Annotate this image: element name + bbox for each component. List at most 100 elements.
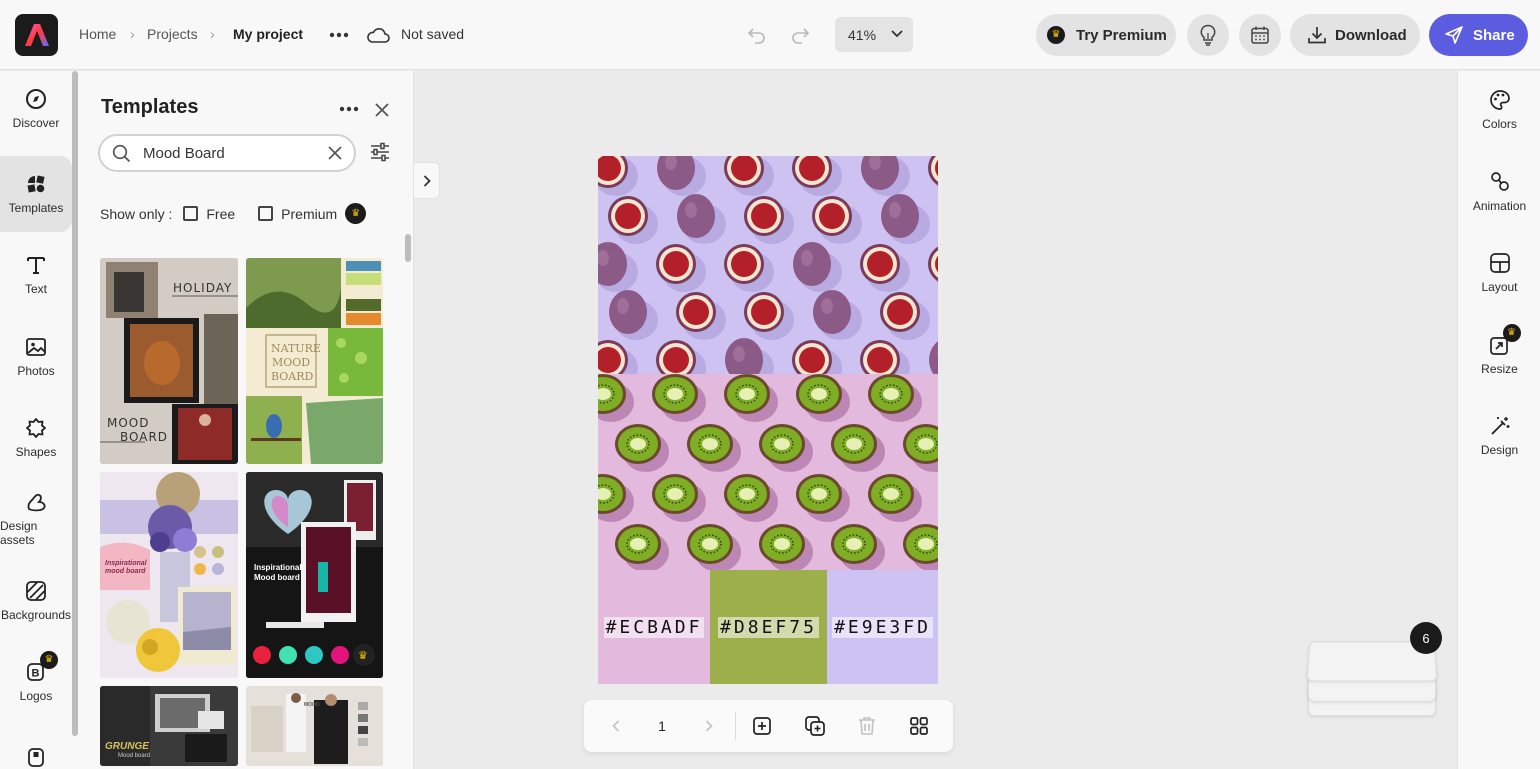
delete-page-button[interactable] [853,712,881,740]
duplicate-icon [805,716,825,736]
free-checkbox[interactable] [183,206,199,221]
template-card-grunge[interactable]: GRUNGE Mood board [100,686,238,766]
redo-icon[interactable] [788,24,812,46]
rail-item-discover[interactable]: Discover [0,71,72,147]
kiwi-slice [724,374,778,422]
rail-item-text[interactable]: Text [0,237,72,313]
fig-half [880,292,930,340]
template-caption: BOARD [120,430,169,444]
app-logo[interactable] [15,14,58,56]
zoom-select[interactable]: 41% [835,17,913,52]
kiwi-slice [796,474,850,522]
kiwi-pattern-image[interactable] [598,374,938,572]
fig-half [724,244,774,292]
search-input[interactable]: Mood Board [98,134,356,172]
premium-checkbox[interactable] [258,206,274,221]
try-premium-button[interactable]: ♛ Try Premium [1036,14,1176,56]
breadcrumb-current[interactable]: My project [233,26,303,42]
panel-title: Templates [101,96,199,118]
add-page-button[interactable] [748,712,776,740]
next-page-button[interactable] [695,712,723,740]
rail-item-logos[interactable]: B ♛ Logos [0,644,72,720]
rail-label: Text [24,282,47,296]
duplicate-page-button[interactable] [801,712,829,740]
template-caption: MOOD [107,416,150,430]
rail-item-resize[interactable]: ♛ Resize [1458,320,1540,390]
panel-scrollbar[interactable] [405,234,411,262]
filter-icon[interactable] [369,141,391,163]
template-card-nature[interactable]: NATURE MOOD BOARD [246,258,383,464]
background-icon [25,580,47,602]
undo-icon[interactable] [745,24,769,46]
rail-item-design-assets[interactable]: Design assets [0,481,72,557]
ideas-button[interactable] [1187,14,1229,56]
premium-label[interactable]: Premium [281,206,337,222]
kiwi-slice [759,424,813,472]
rail-label: Shapes [15,445,57,459]
cloud-icon [365,24,391,46]
schedule-button[interactable] [1239,14,1281,56]
template-card-fashion[interactable]: MOOD [246,686,383,766]
add-page-icon [753,717,771,735]
rail-item-shapes[interactable]: Shapes [0,400,72,476]
download-button[interactable]: Download [1290,14,1420,56]
close-icon[interactable] [372,100,392,120]
kiwi-slice [831,524,885,572]
breadcrumb-projects[interactable]: Projects [147,26,198,42]
clear-search-icon[interactable] [328,146,342,160]
templates-icon [25,173,47,195]
rail-item-more[interactable] [0,726,72,769]
kiwi-slice [831,424,885,472]
free-label[interactable]: Free [206,206,235,222]
compass-icon [25,88,47,110]
previous-page-button[interactable] [602,712,630,740]
rail-label: Discover [12,116,60,130]
fig-half [598,156,638,196]
color-swatch-lavender[interactable]: #E9E3FD [827,570,938,684]
crown-icon: ♛ [40,651,58,669]
rail-label: Resize [1481,362,1518,376]
template-card-holiday[interactable]: HOLIDAY MOOD BOARD [100,258,238,464]
template-caption: HOLIDAY [173,281,233,295]
search-icon [112,144,131,162]
breadcrumb-home[interactable]: Home [79,26,116,42]
more-options-icon[interactable] [328,25,350,45]
fig-half [812,196,862,244]
crown-icon: ♛ [345,203,367,224]
template-caption: Mood board [118,753,151,759]
right-rail: Colors Animation Layout ♛ Resize Design [1457,71,1540,769]
fig-pattern-image[interactable] [598,156,938,388]
share-button[interactable]: Share [1429,14,1528,56]
rail-item-backgrounds[interactable]: Backgrounds [0,563,72,639]
rail-label: Photos [17,364,55,378]
rail-item-design[interactable]: Design [1458,401,1540,471]
rail-item-layout[interactable]: Layout [1458,238,1540,308]
shape-icon [25,417,47,439]
template-card-inspirational-dark[interactable]: ♛ Inspirational Mood board [246,472,383,678]
color-swatch-green[interactable]: #D8EF75 [710,570,827,684]
resize-icon: ♛ [1489,324,1521,356]
fig-half [928,156,938,188]
grid-view-button[interactable] [905,712,933,740]
artboard[interactable]: #ECBADF #D8EF75 #E9E3FD [598,156,938,684]
templates-panel: Templates Mood Board Show only : Free Pr… [78,71,414,769]
kiwi-slice [759,524,813,572]
template-card-inspirational-light[interactable]: Inspirational mood board [100,472,238,678]
kiwi-slice [724,474,778,522]
rail-label: Design [1480,443,1519,457]
show-only-label: Show only : [100,205,173,222]
text-icon [25,254,47,276]
kiwi-slice [615,524,669,572]
swatch-hex-label: #E9E3FD [832,616,933,638]
color-swatch-pink[interactable]: #ECBADF [598,570,710,684]
rail-item-photos[interactable]: Photos [0,319,72,395]
kiwi-slice [868,374,922,422]
collapse-panel-toggle[interactable] [414,162,440,199]
rail-label: Colors [1482,117,1517,131]
panel-more-icon[interactable] [338,99,360,119]
rail-item-templates[interactable]: Templates [0,156,72,232]
rail-item-animation[interactable]: Animation [1458,157,1540,227]
svg-text:B: B [32,668,40,680]
rail-item-colors[interactable]: Colors [1458,75,1540,145]
fig-half [928,246,938,284]
